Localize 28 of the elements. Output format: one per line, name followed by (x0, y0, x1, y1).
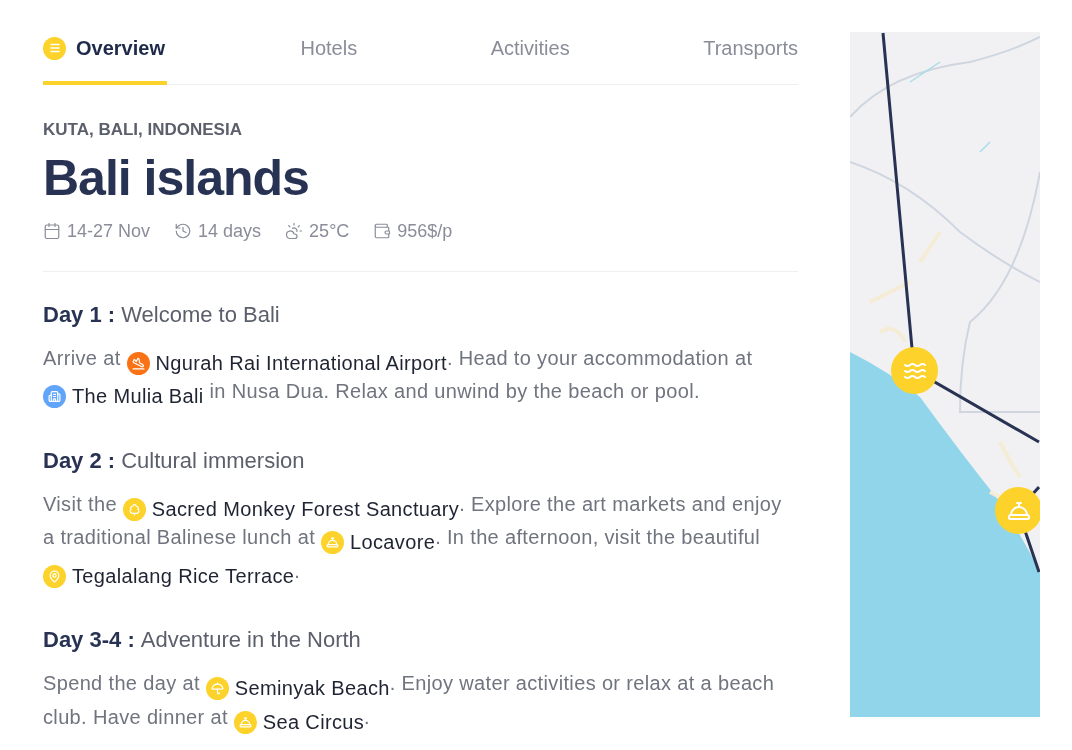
wallet-icon (373, 222, 392, 240)
tab[interactable]: Overview (43, 33, 167, 85)
day-title: Cultural immersion (121, 446, 305, 475)
place-link[interactable]: Ngurah Rai International Airport (126, 350, 447, 376)
day-description: Spend the day at Seminyak Beach. Enjoy water activities or relax at a beach club. Have dinner at Sea Circus. (43, 671, 776, 735)
trip-detail: 956$/p (397, 219, 453, 243)
place-link[interactable]: Tegalalang Rice Terrace (43, 563, 295, 589)
trip-detail: 14-27 Nov (67, 219, 151, 243)
day-label: Day 1 : (43, 300, 116, 329)
day-title: Welcome to Bali (121, 300, 280, 329)
place-link[interactable]: Seminyak Beach (205, 675, 390, 702)
place-link[interactable]: The Mulia Bali (43, 383, 204, 410)
page-title: Bali islands (43, 150, 310, 206)
day-description: Visit the Sacred Monkey Forest Sanctuary. Explore the art markets and enjoy a traditional Balinese lunch at Locavore. In the afternoon, visit the beautiful Tegalalang Rice Terrace. (43, 491, 783, 589)
menu-icon (43, 36, 66, 60)
trip-detail: 25°C (309, 219, 350, 243)
day-label: Day 2 : (43, 446, 116, 475)
place-link[interactable]: Sea Circus (233, 709, 365, 735)
place-link[interactable]: Locavore (321, 529, 436, 556)
place-link[interactable]: Sacred Monkey Forest Sanctuary (122, 496, 460, 522)
clock-icon (174, 222, 193, 240)
cloud-sun-icon (285, 222, 304, 240)
trip-detail: 14 days (198, 219, 262, 243)
day-title: Adventure in the North (140, 626, 361, 654)
day-description: Arrive at Ngurah Rai International Airport. Head to your accommodation at The Mulia Bali in Nusa Dua. Relax and unwind by the beach or pool. (43, 342, 798, 410)
location: KUTA, BALI, INDONESIA (43, 119, 243, 141)
calendar-icon (43, 222, 61, 240)
day-label: Day 3-4 : (43, 626, 135, 654)
